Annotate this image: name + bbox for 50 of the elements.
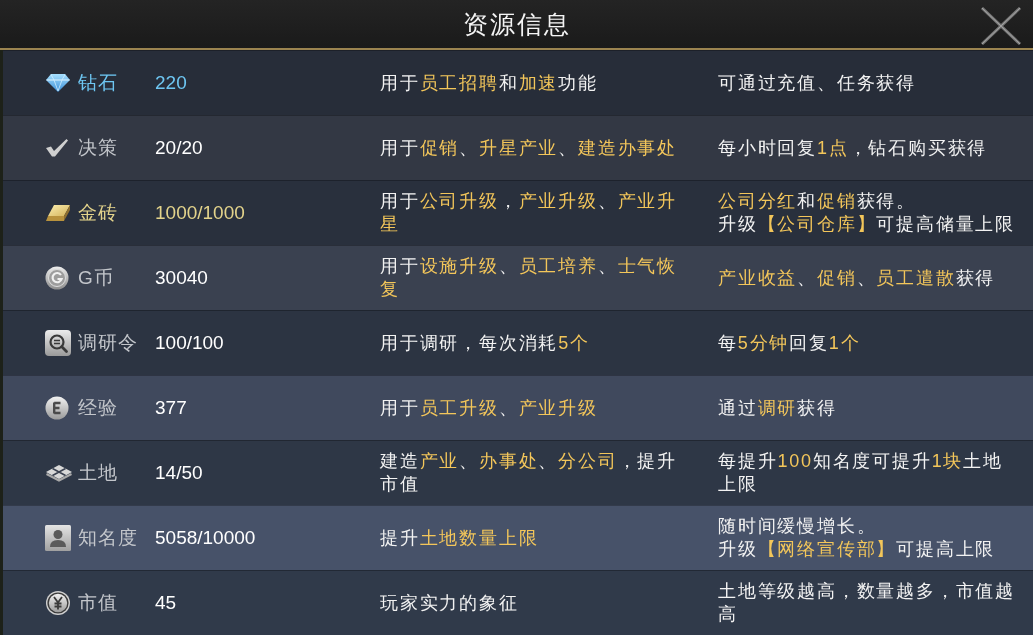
source-text: 公司分红和促销获得。 bbox=[718, 190, 917, 213]
source-text: 升级【网络宣传部】可提高上限 bbox=[718, 538, 996, 561]
diamond-icon bbox=[45, 73, 71, 93]
source-text: 土地等级越高，数量越多，市值越高 bbox=[718, 580, 1016, 626]
ingot-icon bbox=[45, 204, 71, 222]
resource-amount: 377 bbox=[155, 397, 187, 419]
source-text: 可通过充值、任务获得 bbox=[718, 71, 916, 95]
source-text: 升级【公司仓库】可提高储量上限 bbox=[718, 213, 1016, 236]
usage-text: 提升土地数量上限 bbox=[380, 526, 539, 550]
usage-text: 用于员工招聘和加速功能 bbox=[380, 71, 598, 95]
resource-amount: 1000/1000 bbox=[155, 202, 245, 224]
g-coin-icon bbox=[45, 266, 69, 290]
window-title: 资源信息 bbox=[462, 9, 571, 39]
usage-text: 用于调研，每次消耗5个 bbox=[380, 331, 590, 355]
resource-name: 金砖 bbox=[78, 201, 118, 225]
resource-amount: 5058/10000 bbox=[155, 527, 256, 549]
resource-amount: 14/50 bbox=[155, 462, 203, 484]
close-button[interactable] bbox=[980, 7, 1022, 45]
e-coin-icon bbox=[45, 396, 69, 420]
resource-name: G币 bbox=[78, 266, 114, 290]
resource-name: 市值 bbox=[78, 591, 118, 615]
usage-text: 玩家实力的象征 bbox=[380, 591, 519, 615]
usage-text: 用于设施升级、员工培养、士气恢复 bbox=[380, 255, 679, 301]
close-icon bbox=[980, 7, 1022, 45]
checkmark-icon bbox=[45, 138, 69, 158]
resource-name: 经验 bbox=[78, 396, 118, 420]
source-text: 每5分钟回复1个 bbox=[718, 331, 861, 355]
tiles-icon bbox=[45, 464, 73, 482]
source-text: 通过调研获得 bbox=[718, 396, 837, 420]
resource-name: 决策 bbox=[78, 136, 118, 160]
usage-text: 建造产业、办事处、分公司，提升市值 bbox=[380, 450, 679, 496]
usage-text: 用于促销、升星产业、建造办事处 bbox=[380, 136, 678, 160]
resource-amount: 100/100 bbox=[155, 332, 224, 354]
yen-coin-icon bbox=[45, 590, 71, 616]
resource-amount: 20/20 bbox=[155, 137, 203, 159]
usage-text: 用于员工升级、产业升级 bbox=[380, 396, 598, 420]
source-text: 每提升100知名度可提升1块土地上限 bbox=[718, 450, 1004, 496]
source-text: 每小时回复1点，钻石购买获得 bbox=[718, 136, 988, 160]
person-icon bbox=[45, 525, 71, 551]
magnifier-icon bbox=[45, 330, 71, 356]
resource-name: 钻石 bbox=[78, 71, 118, 95]
resource-name: 土地 bbox=[78, 461, 118, 485]
resource-name: 知名度 bbox=[78, 526, 138, 550]
usage-text: 用于公司升级，产业升级、产业升星 bbox=[380, 190, 679, 236]
source-text: 随时间缓慢增长。 bbox=[718, 515, 877, 538]
resource-amount: 30040 bbox=[155, 267, 208, 289]
source-text: 产业收益、促销、员工遣散获得 bbox=[718, 266, 996, 290]
resource-amount: 45 bbox=[155, 592, 177, 614]
resource-name: 调研令 bbox=[78, 331, 138, 355]
resource-amount: 220 bbox=[155, 72, 187, 94]
